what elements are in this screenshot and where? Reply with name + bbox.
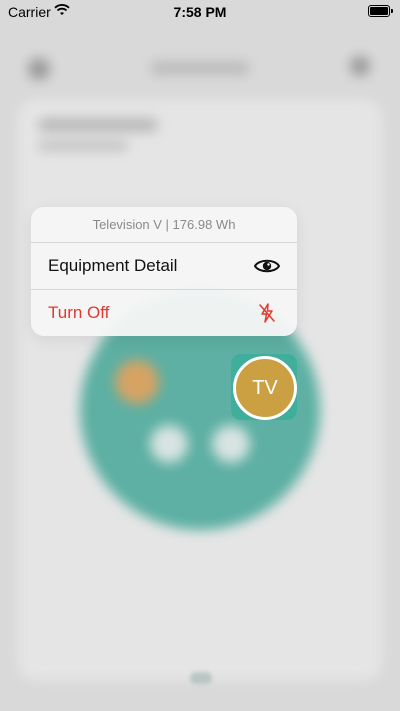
tv-device-circle: TV — [233, 356, 297, 420]
equipment-detail-menu-item[interactable]: Equipment Detail — [31, 243, 297, 289]
page-indicator — [190, 672, 212, 684]
device-bubble[interactable]: TV — [231, 354, 297, 420]
background-heading — [38, 118, 158, 132]
eye-icon — [254, 253, 280, 279]
status-bar: Carrier 7:58 PM — [0, 0, 400, 24]
background-header — [20, 52, 380, 82]
background-node — [212, 425, 250, 463]
power-off-icon — [254, 300, 280, 326]
turn-off-label: Turn Off — [48, 303, 110, 322]
equipment-detail-label: Equipment Detail — [48, 256, 178, 275]
background-search-icon — [350, 56, 370, 76]
background-node — [115, 360, 159, 404]
background-node — [150, 425, 188, 463]
context-menu: Television V | 176.98 Wh Equipment Detai… — [31, 207, 297, 336]
background-title — [150, 62, 250, 74]
background-avatar — [28, 58, 50, 80]
clock: 7:58 PM — [173, 4, 227, 20]
tv-device-label: TV — [252, 376, 278, 399]
background-subheading — [38, 142, 128, 150]
background-app — [0, 0, 400, 711]
context-menu-header: Television V | 176.98 Wh — [31, 207, 297, 243]
battery-icon — [368, 5, 393, 17]
turn-off-menu-item[interactable]: Turn Off — [31, 289, 297, 336]
